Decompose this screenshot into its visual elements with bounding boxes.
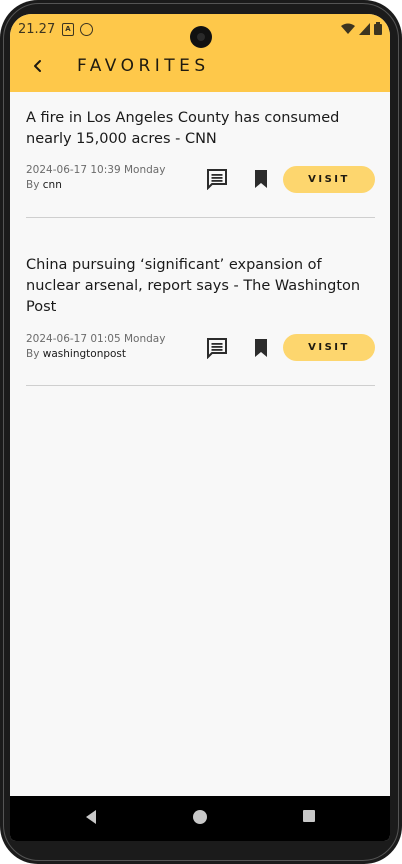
status-right-icons [341, 22, 382, 35]
phone-frame: 21.27 A FAVORITES A fire in Los Angeles … [0, 0, 402, 864]
article-source: cnn [42, 179, 62, 191]
nav-home-icon[interactable] [192, 809, 208, 825]
bookmark-icon[interactable] [251, 337, 271, 359]
article-card: China pursuing ‘significant’ expansion o… [26, 255, 375, 389]
wifi-icon [341, 23, 355, 34]
signal-icon [359, 22, 370, 35]
divider [26, 385, 375, 386]
article-meta: 2024-06-17 01:05 Monday By washingtonpos… [26, 332, 165, 362]
back-arrow-icon [34, 60, 41, 72]
byline-prefix: By [26, 179, 40, 191]
article-title[interactable]: A fire in Los Angeles County has consume… [26, 108, 375, 150]
status-notification-icons: A [62, 23, 93, 36]
page-title: FAVORITES [77, 56, 210, 76]
visit-button[interactable]: VISIT [283, 334, 375, 361]
article-card: A fire in Los Angeles County has consume… [26, 108, 375, 220]
back-button[interactable] [26, 54, 50, 78]
article-byline: By cnn [26, 177, 165, 193]
article-byline: By washingtonpost [26, 346, 165, 362]
divider [26, 217, 375, 218]
bookmark-icon[interactable] [251, 168, 271, 190]
byline-prefix: By [26, 348, 40, 360]
status-time: 21.27 [18, 22, 56, 37]
article-date: 2024-06-17 10:39 Monday [26, 164, 166, 176]
article-date: 2024-06-17 01:05 Monday [26, 333, 166, 345]
app-header: 21.27 A FAVORITES [10, 14, 390, 92]
comment-icon[interactable] [206, 168, 228, 190]
comment-icon[interactable] [206, 337, 228, 359]
camera-cutout [190, 26, 212, 48]
system-nav-bar [10, 796, 390, 841]
visit-button[interactable]: VISIT [283, 166, 375, 193]
article-meta: 2024-06-17 10:39 Monday By cnn [26, 163, 165, 193]
nav-recent-apps-icon[interactable] [302, 809, 316, 823]
article-source: washingtonpost [42, 348, 127, 360]
notification-circle-icon [80, 23, 93, 36]
notification-a-icon: A [62, 23, 74, 36]
nav-back-icon[interactable] [84, 809, 98, 825]
battery-icon [374, 22, 382, 35]
screen: 21.27 A FAVORITES A fire in Los Angeles … [10, 14, 390, 841]
article-title[interactable]: China pursuing ‘significant’ expansion o… [26, 255, 375, 318]
